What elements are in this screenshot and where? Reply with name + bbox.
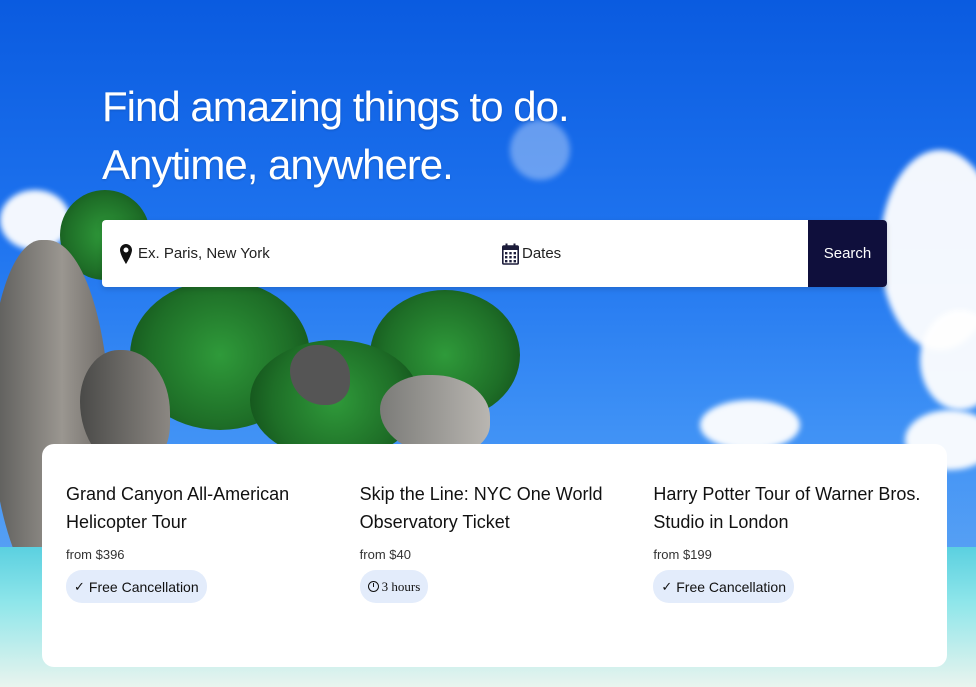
dates-picker[interactable]: Dates <box>482 220 808 287</box>
featured-activities: Grand Canyon All-American Helicopter Tou… <box>42 444 947 667</box>
dates-label: Dates <box>522 245 562 262</box>
badge-label: 3 hours <box>381 578 421 594</box>
free-cancellation-badge: ✓ Free Cancellation <box>66 570 207 603</box>
clock-icon <box>367 581 379 592</box>
badge-label: Free Cancellation <box>88 578 199 595</box>
search-button[interactable]: Search <box>808 220 887 287</box>
activity-title[interactable]: Harry Potter Tour of Warner Bros. Studio… <box>653 480 923 536</box>
activity-card[interactable]: Harry Potter Tour of Warner Bros. Studio… <box>653 444 947 667</box>
check-icon: ✓ <box>74 578 85 594</box>
calendar-icon <box>502 243 519 265</box>
hero-headline-line2: Anytime, anywhere. <box>102 141 454 188</box>
activity-card[interactable]: Grand Canyon All-American Helicopter Tou… <box>66 444 360 667</box>
location-field[interactable] <box>102 220 482 287</box>
location-input[interactable] <box>136 244 440 263</box>
map-pin-icon <box>120 243 132 264</box>
check-icon: ✓ <box>661 578 673 594</box>
activity-price: from $396 <box>66 547 125 562</box>
hero-headline: Find amazing things to do. Anytime, anyw… <box>102 78 570 194</box>
badge-label: Free Cancellation <box>676 578 786 595</box>
activity-title[interactable]: Skip the Line: NYC One World Observatory… <box>360 480 630 536</box>
free-cancellation-badge: ✓ Free Cancellation <box>653 570 794 603</box>
activity-price: from $40 <box>359 547 411 562</box>
activity-card[interactable]: Skip the Line: NYC One World Observatory… <box>359 444 654 667</box>
duration-badge: 3 hours <box>359 570 429 603</box>
activity-price: from $199 <box>653 547 712 562</box>
search-bar: Dates Search <box>102 220 887 287</box>
hero-headline-line1: Find amazing things to do. <box>102 83 570 130</box>
activity-title[interactable]: Grand Canyon All-American Helicopter Tou… <box>66 480 336 536</box>
